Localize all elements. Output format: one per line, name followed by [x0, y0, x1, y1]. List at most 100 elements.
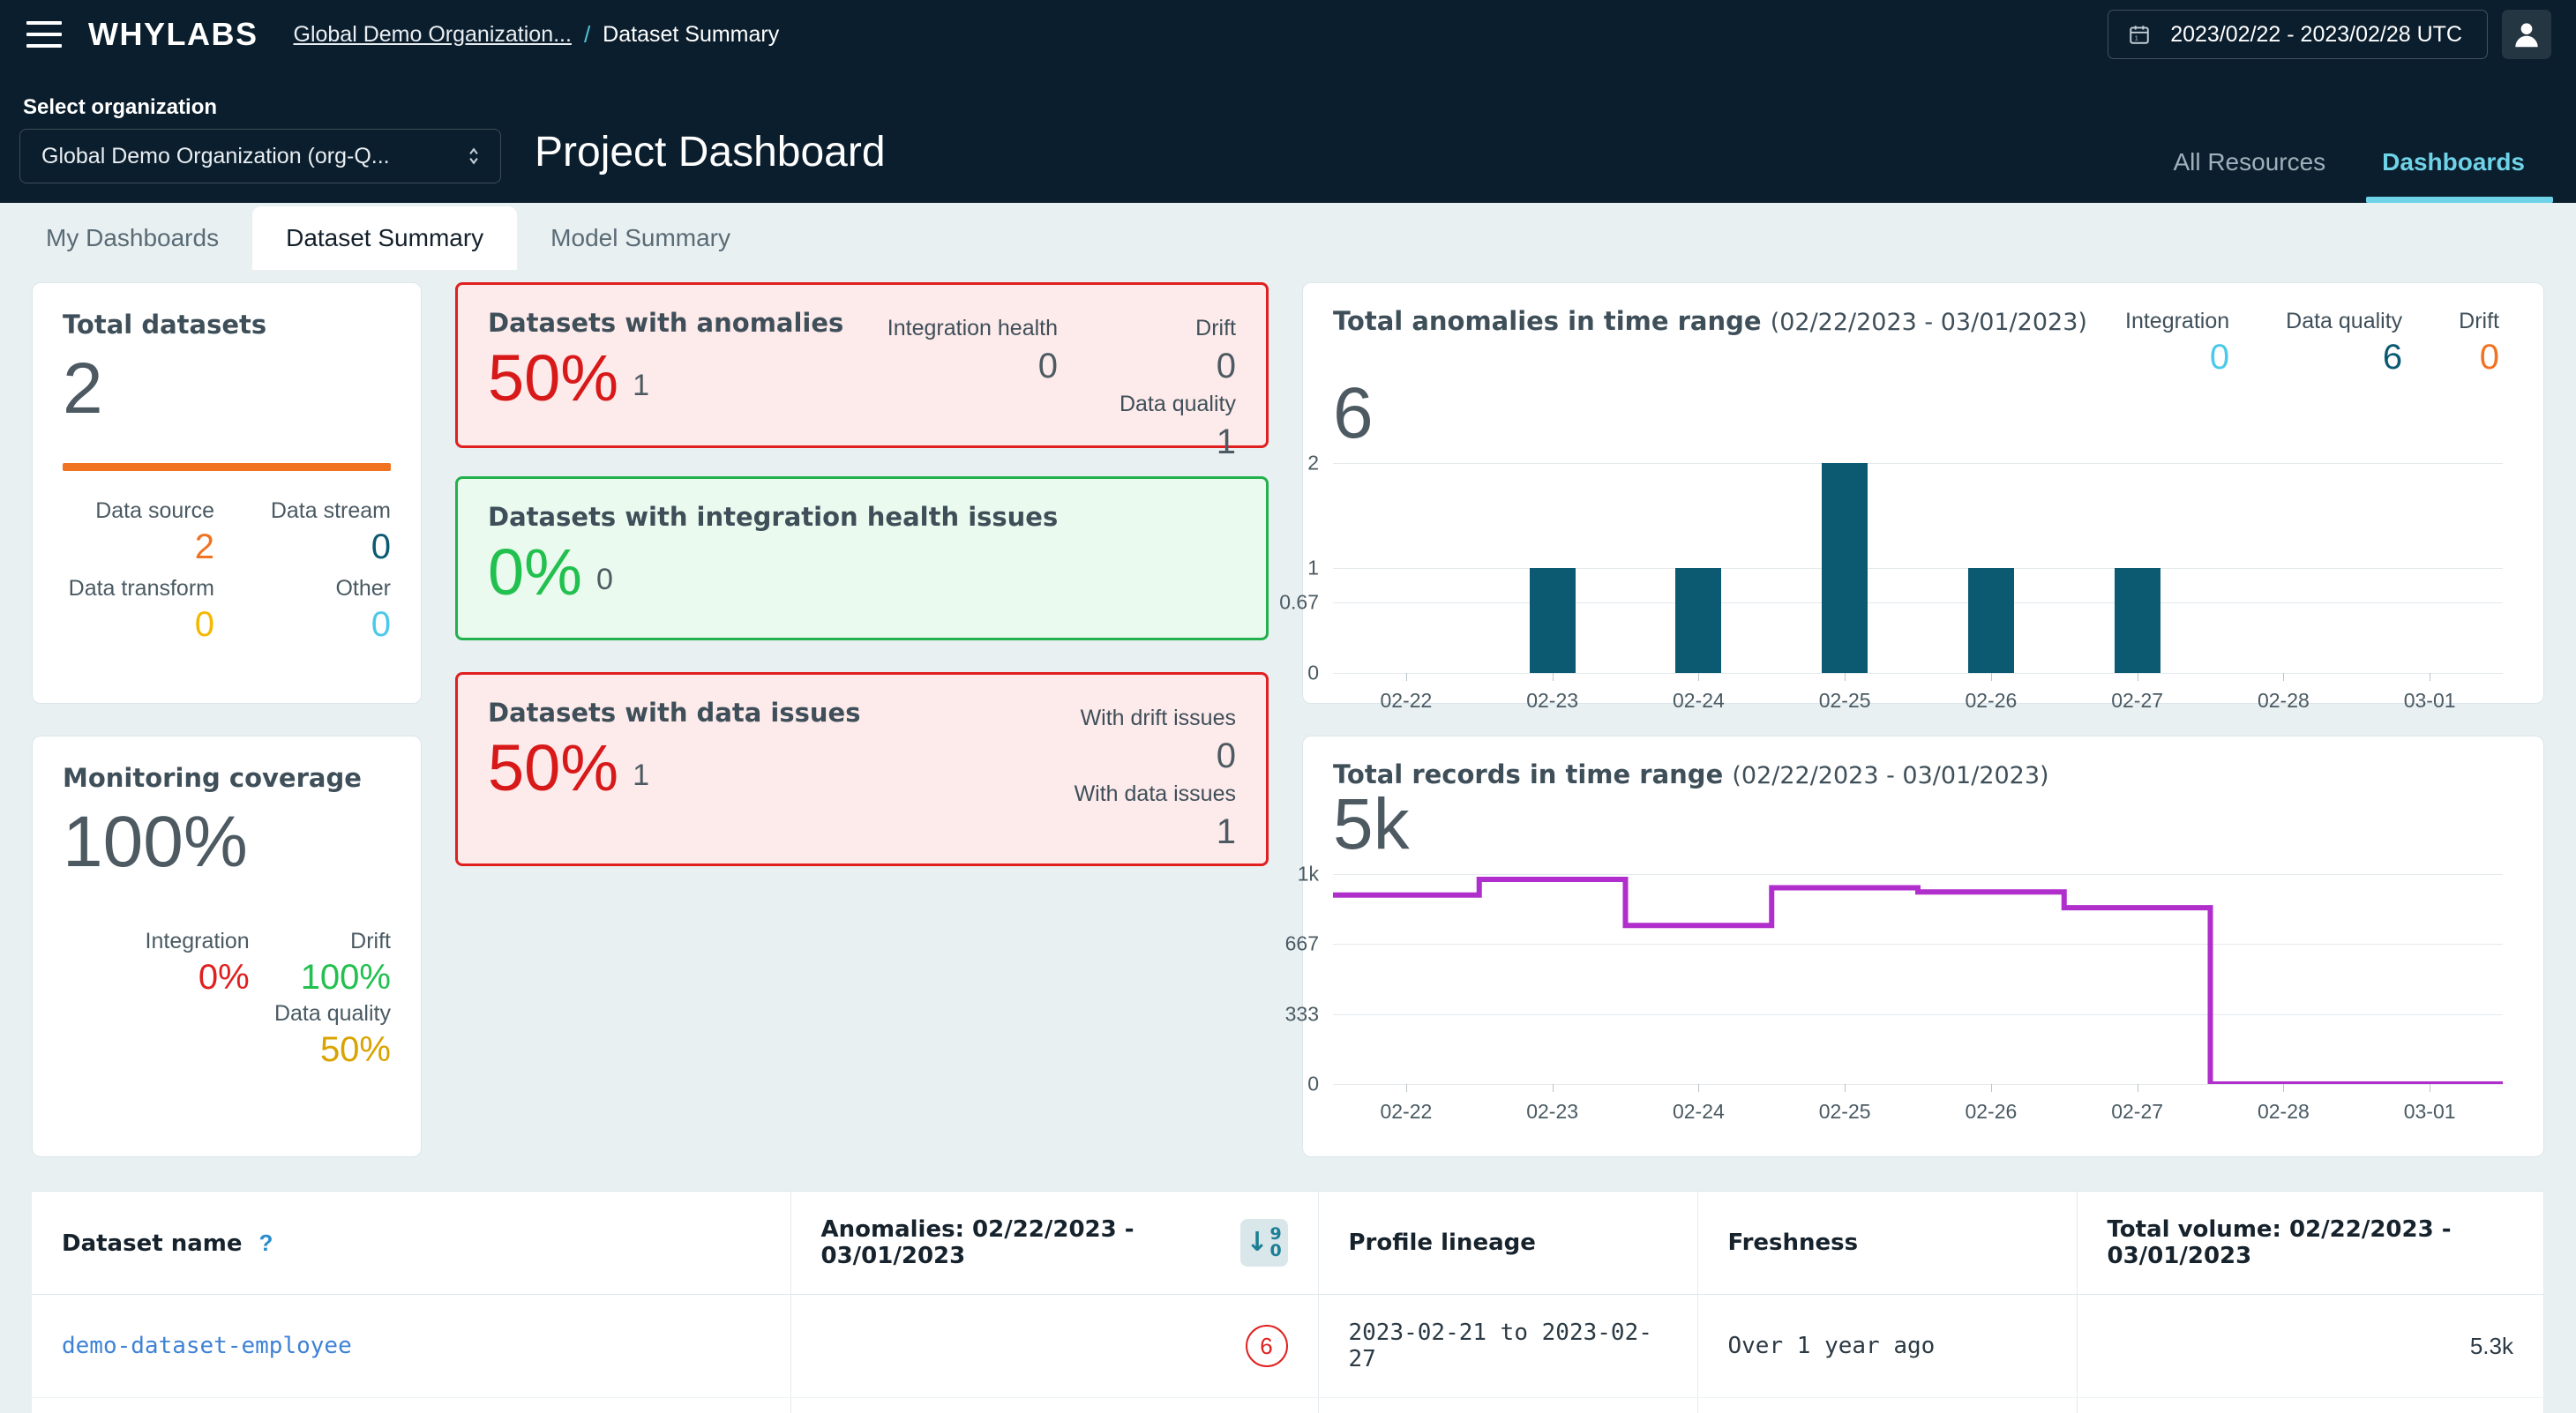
records-total-value: 5k: [1303, 784, 2543, 865]
organization-selector-block: Select organization Global Demo Organiza…: [19, 95, 501, 203]
left-column: Total datasets 2 Data source 2 Data stre…: [32, 282, 422, 1157]
legend-drift-value: 0: [2459, 336, 2499, 378]
help-icon[interactable]: ?: [259, 1230, 273, 1257]
table-body: demo-dataset-employee 6 2023-02-21 to 20…: [32, 1295, 2544, 1413]
table-header-row: Dataset name ? Anomalies: 02/22/2023 - 0…: [32, 1192, 2544, 1295]
tab-dataset-summary[interactable]: Dataset Summary: [252, 206, 517, 270]
column-dataset-name[interactable]: Dataset name ?: [32, 1192, 790, 1295]
cell-profile-lineage: 2023-03-04 to 2023-03-17: [1318, 1398, 1697, 1413]
x-axis-tick: 02-26: [1918, 673, 2064, 713]
status-badge: 6: [1246, 1325, 1288, 1367]
x-axis-tick: 02-23: [1479, 673, 1626, 713]
tab-my-dashboards[interactable]: My Dashboards: [12, 206, 252, 270]
breadcrumb-organization-link[interactable]: Global Demo Organization...: [294, 22, 572, 48]
bar[interactable]: [1530, 568, 1576, 673]
cell-freshness: Over 1 year ago: [1697, 1398, 2077, 1413]
total-records-chart-card: Total records in time range (02/22/2023 …: [1302, 736, 2544, 1157]
column-total-volume[interactable]: Total volume: 02/22/2023 - 03/01/2023: [2077, 1192, 2544, 1295]
datasets-with-integration-health-issues-card[interactable]: Datasets with integration health issues …: [455, 476, 1269, 640]
integration-health-percent: 0%: [488, 535, 582, 609]
y-axis-tick: 2: [1307, 452, 1333, 475]
y-axis-tick: 1: [1307, 557, 1333, 580]
anomalies-percent-line: 50% 1: [488, 341, 887, 415]
with-drift-issues-label: With drift issues: [1007, 703, 1236, 733]
coverage-data-quality: Data quality 50%: [274, 999, 391, 1072]
anomalies-total-value: 6: [1303, 373, 2543, 454]
anomalies-chart-title-text: Total anomalies in time range: [1333, 306, 1762, 336]
datasets-with-data-issues-card[interactable]: Datasets with data issues 50% 1 With dri…: [455, 672, 1269, 866]
nav-tab-dashboards[interactable]: Dashboards: [2354, 148, 2553, 203]
anomalies-card-left: Datasets with anomalies 50% 1: [488, 308, 887, 465]
organization-select-value: Global Demo Organization (org-Q...: [41, 144, 390, 169]
column-freshness[interactable]: Freshness: [1697, 1192, 2077, 1295]
anomalies-chart-title: Total anomalies in time range (02/22/202…: [1333, 306, 2087, 336]
anomalies-integration-health-label: Integration health: [887, 313, 1058, 343]
coverage-integration-value: 0%: [146, 955, 250, 999]
data-issues-percent-line: 50% 1: [488, 731, 1007, 805]
datasets-with-anomalies-card[interactable]: Datasets with anomalies 50% 1 Integratio…: [455, 282, 1269, 448]
anomalies-percent: 50%: [488, 341, 618, 415]
anomalies-integration-health-value: 0: [887, 343, 1058, 389]
anomalies-count: 1: [633, 369, 649, 415]
data-issues-count: 1: [633, 759, 649, 805]
anomalies-integration-health: Integration health 0: [887, 313, 1058, 465]
stat-data-transform-value: 0: [63, 603, 214, 646]
bar-cell: [1479, 463, 1626, 673]
anomalies-drift-quality-group: Drift 0 Data quality 1: [1104, 313, 1236, 465]
middle-column: Datasets with anomalies 50% 1 Integratio…: [455, 282, 1269, 866]
user-avatar-button[interactable]: [2502, 10, 2551, 59]
select-organization-label: Select organization: [23, 95, 501, 120]
organization-select[interactable]: Global Demo Organization (org-Q...: [19, 129, 501, 183]
dataset-link[interactable]: demo-dataset-employee: [62, 1333, 352, 1359]
bar[interactable]: [1675, 568, 1721, 673]
x-axis-tick: 02-24: [1626, 1084, 1772, 1124]
x-axis-tick: 02-25: [1771, 1084, 1918, 1124]
dashboard-tab-strip: My Dashboards Dataset Summary Model Summ…: [0, 203, 2576, 270]
bar-cell: [1626, 463, 1772, 673]
hamburger-menu-icon[interactable]: [26, 21, 62, 48]
cell-anomalies: ✓: [790, 1398, 1318, 1413]
total-anomalies-chart-card: Total anomalies in time range (02/22/202…: [1302, 282, 2544, 704]
coverage-integration-label: Integration: [146, 927, 250, 955]
bar[interactable]: [1968, 568, 2014, 673]
x-axis-labels: 02-2202-2302-2402-2502-2602-2702-2803-01: [1333, 673, 2503, 713]
legend-data-quality-label: Data quality: [2286, 306, 2402, 336]
total-datasets-bar: [63, 463, 391, 471]
records-chart-header: Total records in time range (02/22/2023 …: [1303, 736, 2543, 789]
legend-integration-value: 0: [2125, 336, 2229, 378]
records-chart-title: Total records in time range (02/22/2023 …: [1333, 759, 2049, 789]
integration-health-count: 0: [596, 563, 613, 609]
cell-dataset-name: demo-dataset-employee: [32, 1295, 790, 1398]
column-dataset-name-label: Dataset name: [62, 1230, 242, 1257]
dashboard-content: Total datasets 2 Data source 2 Data stre…: [0, 270, 2576, 1413]
stat-data-transform-label: Data transform: [63, 573, 214, 603]
y-axis-tick: 333: [1285, 1002, 1333, 1026]
total-datasets-breakdown: Data source 2 Data stream 0 Data transfo…: [63, 496, 391, 646]
step-line-path: [1333, 879, 2503, 1084]
sort-desc-icon[interactable]: ↓ 90: [1240, 1219, 1288, 1267]
coverage-integration: Integration 0%: [146, 927, 250, 999]
integration-health-card-title: Datasets with integration health issues: [488, 502, 1236, 532]
datasets-table-element: Dataset name ? Anomalies: 02/22/2023 - 0…: [32, 1192, 2544, 1413]
data-issues-card-title: Datasets with data issues: [488, 698, 1007, 728]
table-row[interactable]: demo-dataset-nlp-newsgroups ✓ 2023-03-04…: [32, 1398, 2544, 1413]
records-line-plot: 03336671k02-2202-2302-2402-2502-2602-270…: [1333, 874, 2503, 1084]
date-range-picker[interactable]: 1 2023/02/22 - 2023/02/28 UTC: [2108, 10, 2488, 59]
coverage-data-quality-value: 50%: [274, 1028, 391, 1072]
bar-cell: [1918, 463, 2064, 673]
with-data-issues-label: With data issues: [1007, 779, 1236, 809]
nav-tab-all-resources[interactable]: All Resources: [2145, 148, 2354, 203]
x-axis-tick: 02-28: [2211, 1084, 2357, 1124]
bar[interactable]: [2115, 568, 2160, 673]
stat-data-source-label: Data source: [63, 496, 214, 526]
cell-freshness: Over 1 year ago: [1697, 1295, 2077, 1398]
y-axis-tick: 0: [1307, 1073, 1333, 1096]
column-total-volume-label: Total volume: 02/22/2023 - 03/01/2023: [2108, 1216, 2452, 1269]
column-anomalies[interactable]: Anomalies: 02/22/2023 - 03/01/2023 ↓ 90: [790, 1192, 1318, 1295]
integration-health-card-left: Datasets with integration health issues …: [488, 502, 1236, 609]
cell-total-volume: 0: [2077, 1398, 2544, 1413]
table-row[interactable]: demo-dataset-employee 6 2023-02-21 to 20…: [32, 1295, 2544, 1398]
tab-model-summary[interactable]: Model Summary: [517, 206, 764, 270]
bar[interactable]: [1822, 463, 1868, 673]
column-profile-lineage[interactable]: Profile lineage: [1318, 1192, 1697, 1295]
